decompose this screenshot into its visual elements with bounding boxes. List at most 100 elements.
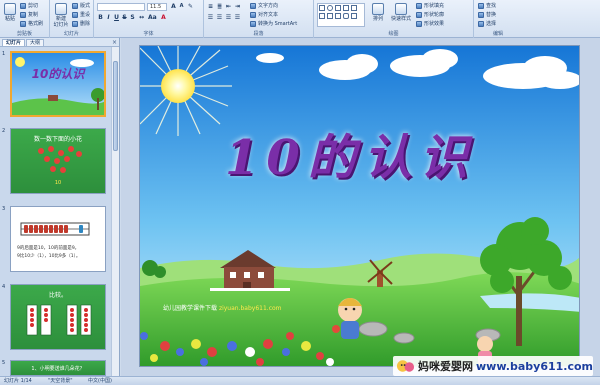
- smartart-icon: [250, 20, 256, 27]
- spacing-button[interactable]: ↔: [138, 14, 145, 21]
- increase-indent-button[interactable]: ⇥: [234, 3, 241, 10]
- arrange-icon: [372, 3, 384, 15]
- cut-button[interactable]: 剪切: [20, 2, 38, 9]
- paste-button[interactable]: 粘贴: [2, 3, 18, 22]
- rounded-rect-shape-icon[interactable]: [343, 13, 349, 19]
- shape-outline-button[interactable]: 形状轮廓: [416, 11, 444, 18]
- bold-button[interactable]: B: [97, 14, 104, 21]
- shapes-gallery[interactable]: [317, 3, 365, 27]
- watermark: 妈咪爱婴网 www.baby611.com: [393, 356, 593, 376]
- copy-button[interactable]: 复制: [20, 11, 38, 18]
- align-text-button[interactable]: 对齐文本: [250, 11, 278, 18]
- smartart-button[interactable]: 转换为 SmartArt: [250, 20, 297, 27]
- slide-thumbnail-3[interactable]: 9的后面是10，10的前面是9。 9比10少（1），10比9多（1）。: [10, 206, 106, 272]
- numbering-button[interactable]: ≣: [216, 3, 223, 10]
- replace-button[interactable]: 替换: [478, 11, 496, 18]
- slide-number: 4: [2, 284, 6, 290]
- slide-number: 3: [2, 206, 6, 212]
- credit-site: ziyuan.baby611.com: [218, 305, 282, 312]
- font-color-button[interactable]: A: [160, 14, 167, 21]
- star-shape-icon[interactable]: [319, 13, 325, 19]
- line-shape-icon[interactable]: [335, 5, 341, 11]
- fill-bucket-icon: [416, 2, 422, 9]
- reset-button[interactable]: 重设: [72, 11, 90, 18]
- align-right-button[interactable]: ☰: [225, 14, 232, 21]
- clipboard-group: 粘贴 剪切 复制 格式刷 剪贴板: [0, 0, 50, 38]
- align-left-button[interactable]: ☰: [207, 14, 214, 21]
- current-slide[interactable]: 10的认识 幼儿园教学课件下载 ziyuan.baby611.com: [139, 45, 580, 367]
- font-group: 11.5 A A ✎ B I U S S ↔ Aa A 字体: [94, 0, 204, 38]
- ribbon: 粘贴 剪切 复制 格式刷 剪贴板 新建 幻灯片 版式 重设 删除 幻灯片 11.…: [0, 0, 600, 38]
- panel-tabs: 幻灯片 大纲 ×: [0, 38, 119, 47]
- decrease-indent-button[interactable]: ⇤: [225, 3, 232, 10]
- underline-button[interactable]: U: [113, 14, 120, 21]
- brace-shape-icon[interactable]: [335, 13, 341, 19]
- slide-thumbnail-1[interactable]: 10的认识: [10, 51, 106, 117]
- font-group-label: 字体: [143, 31, 154, 37]
- editing-group-label: 编辑: [492, 31, 503, 37]
- italic-button[interactable]: I: [105, 14, 112, 21]
- tab-slides[interactable]: 幻灯片: [2, 39, 26, 46]
- shadow-button[interactable]: S: [129, 14, 136, 21]
- curve-shape-icon[interactable]: [351, 13, 357, 19]
- close-panel-icon[interactable]: ×: [112, 39, 117, 46]
- new-slide-icon: [55, 3, 67, 15]
- language-indicator[interactable]: 中文(中国): [88, 377, 112, 385]
- slide-thumbnail-5[interactable]: 1、小明要送谁几朵花？: [10, 360, 106, 376]
- new-slide-button[interactable]: 新建 幻灯片: [52, 3, 70, 28]
- shrink-font-button[interactable]: A: [178, 3, 185, 10]
- clipboard-group-label: 剪贴板: [16, 31, 32, 37]
- format-painter-button[interactable]: 格式刷: [20, 20, 43, 27]
- select-button[interactable]: 选择: [478, 20, 496, 27]
- rectangle-shape-icon[interactable]: [319, 5, 325, 11]
- arrange-button[interactable]: 排列: [370, 3, 386, 22]
- callout-shape-icon[interactable]: [327, 13, 333, 19]
- shape-effects-button[interactable]: 形状效果: [416, 20, 444, 27]
- align-center-button[interactable]: ☰: [216, 14, 223, 21]
- slide-2-count-label: 10: [54, 180, 62, 186]
- justify-button[interactable]: ☰: [234, 14, 241, 21]
- slides-group-label: 幻灯片: [63, 31, 79, 37]
- clear-format-button[interactable]: ✎: [187, 3, 194, 10]
- text-direction-button[interactable]: 文字方向: [250, 2, 278, 9]
- shape-fill-button[interactable]: 形状填充: [416, 2, 444, 9]
- panel-scrollbar-thumb[interactable]: [113, 61, 118, 151]
- slide-number: 5: [2, 360, 6, 366]
- delete-slide-button[interactable]: 删除: [72, 20, 90, 27]
- align-text-icon: [250, 11, 256, 18]
- scissors-icon: [20, 2, 26, 9]
- quick-styles-button[interactable]: 快速样式: [390, 3, 412, 22]
- replace-icon: [478, 11, 484, 18]
- find-button[interactable]: 查找: [478, 2, 496, 9]
- tab-outline[interactable]: 大纲: [26, 39, 45, 46]
- slide-number: 1: [2, 51, 6, 57]
- oval-shape-icon[interactable]: [327, 5, 333, 11]
- paste-icon: [4, 3, 16, 15]
- font-name-combo[interactable]: [97, 3, 145, 11]
- drawing-group: 排列 快速样式 形状填充 形状轮廓 形状效果 绘图: [314, 0, 474, 38]
- slides-group: 新建 幻灯片 版式 重设 删除 幻灯片: [50, 0, 94, 38]
- slide-title[interactable]: 10的认识: [225, 118, 476, 188]
- credit-text: 幼儿园教学课件下载: [163, 305, 218, 312]
- arrow-shape-icon[interactable]: [343, 5, 349, 11]
- triangle-shape-icon[interactable]: [351, 5, 357, 11]
- effects-icon: [416, 20, 422, 27]
- slide-3-line-2: 9比10少（1），10比9多（1）。: [17, 254, 81, 259]
- font-size-combo[interactable]: 11.5: [147, 3, 167, 11]
- layout-button[interactable]: 版式: [72, 2, 90, 9]
- text-direction-icon: [250, 2, 256, 9]
- grow-font-button[interactable]: A: [170, 3, 177, 10]
- slide-thumbnail-2[interactable]: 数一数下面的小花 10: [10, 128, 106, 194]
- slide-1-preview-image: [12, 53, 104, 115]
- layout-icon: [72, 2, 78, 9]
- watermark-brand: 妈咪爱婴网: [418, 360, 474, 373]
- strikethrough-button[interactable]: S: [121, 14, 128, 21]
- slide-thumbnail-4[interactable]: 比较。: [10, 284, 106, 350]
- panel-scrollbar[interactable]: [111, 47, 119, 376]
- slide-position: 幻灯片 1/14: [4, 378, 32, 384]
- change-case-button[interactable]: Aa: [148, 14, 157, 21]
- pen-icon: [416, 11, 422, 18]
- delete-icon: [72, 20, 78, 27]
- binoculars-icon: [478, 2, 484, 9]
- bullets-button[interactable]: ≡: [207, 3, 214, 10]
